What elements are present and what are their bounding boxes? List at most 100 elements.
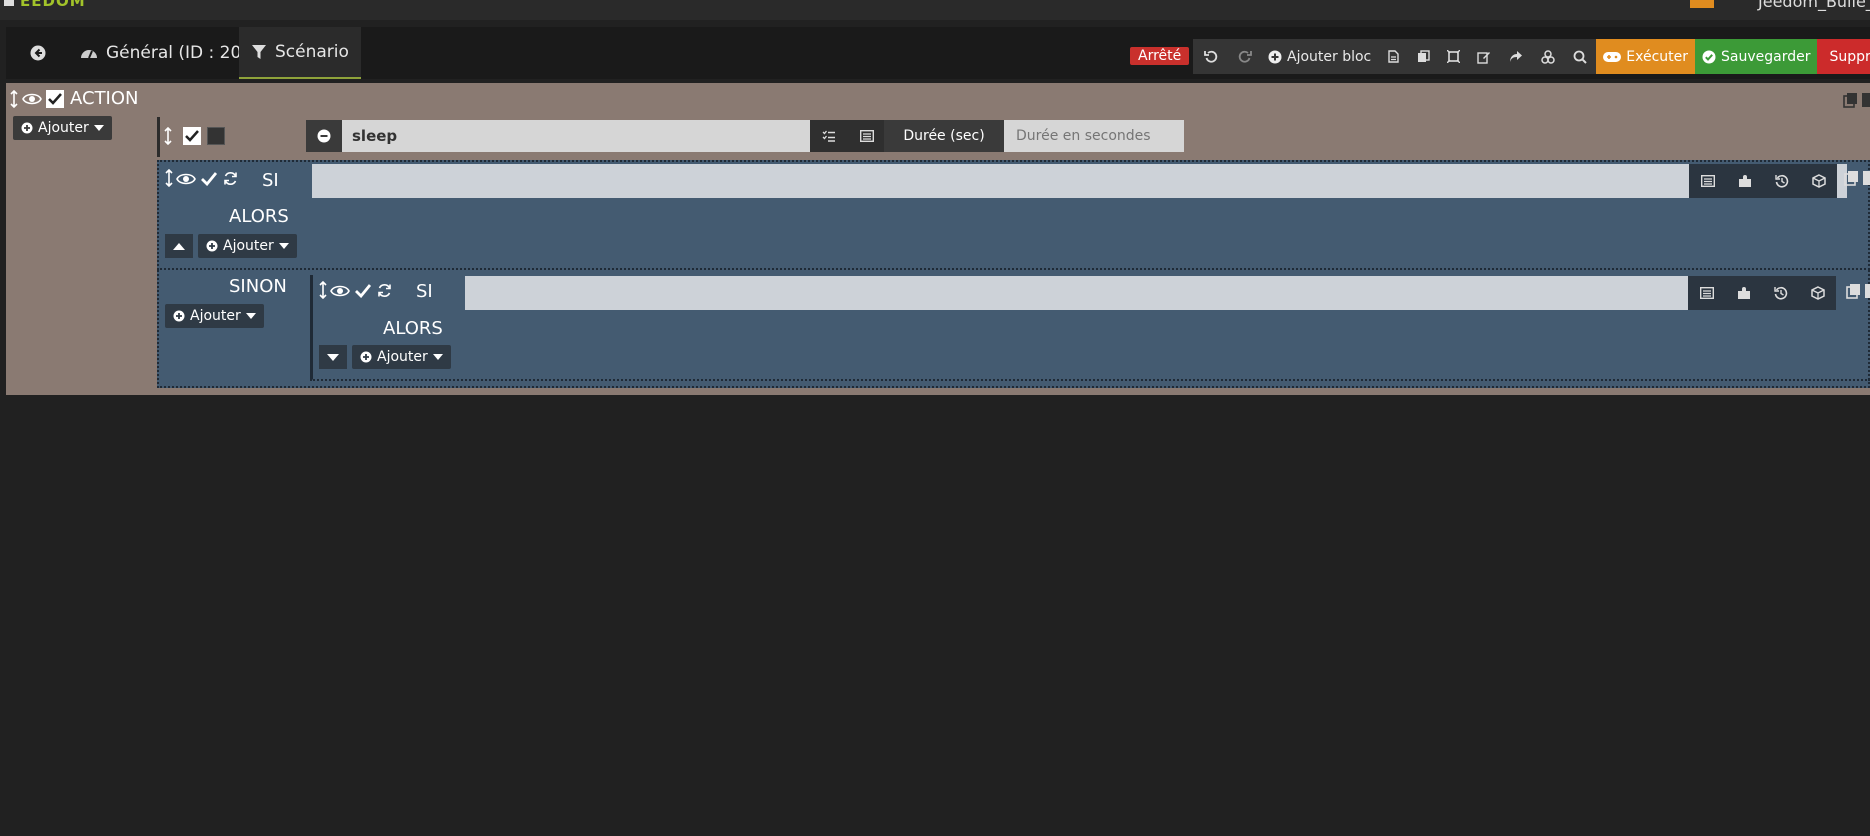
eye-icon[interactable] [22,92,42,106]
cubes-icon [1541,49,1556,64]
else-add-dropdown[interactable]: Ajouter [165,304,264,328]
arrow-circle-left-icon [30,45,46,61]
search-icon [1573,50,1587,64]
copy-icon [1417,50,1430,62]
history-button[interactable] [1762,276,1799,310]
move-handle-icon[interactable] [165,169,173,187]
tab-general-label: Général (ID : 20) [106,43,248,63]
copy-block-icon[interactable] [1843,92,1870,108]
copy-block-icon[interactable] [1844,170,1870,186]
check-icon [185,130,199,142]
nested-if-condition-icons [1688,276,1836,310]
if-condition-icons [1689,164,1837,198]
check-icon [48,92,62,105]
duration-label: Durée (sec) [884,120,1004,152]
execute-button[interactable]: Exécuter [1596,39,1696,74]
then-add-dropdown[interactable]: Ajouter [198,234,297,258]
eye-icon[interactable] [330,284,350,298]
action-add-label: Ajouter [38,120,89,136]
file-text-icon [1388,50,1399,63]
add-block-button[interactable]: Ajouter bloc [1261,39,1379,74]
user-name[interactable]: Jeedom_Bulle_ [1758,0,1870,11]
plus-circle-icon [21,122,33,134]
tasks-icon [822,130,835,142]
action-block-header: ACTION [10,88,139,109]
history-button[interactable] [1763,164,1800,198]
plus-circle-icon [206,240,218,252]
select-scenario-button[interactable] [1726,164,1763,198]
then-keyword: ALORS [229,206,289,227]
minus-circle-icon [317,129,331,143]
execute-label: Exécuter [1626,48,1689,65]
add-block-label: Ajouter bloc [1287,48,1372,65]
puzzle-icon [1737,287,1750,299]
delete-label: Suppri [1829,48,1870,65]
collapse-button[interactable] [165,234,193,258]
duration-input[interactable] [1004,120,1184,152]
action-enable-checkbox[interactable] [46,89,64,108]
sleep-command-field[interactable]: sleep [306,120,810,152]
save-button[interactable]: Sauvegarder [1695,39,1818,74]
eye-icon[interactable] [176,172,196,186]
list-alt-icon [860,130,874,142]
logo-text: EEDOM [20,0,86,10]
puzzle-icon [1738,175,1751,187]
sleep-command-text: sleep [352,127,398,145]
list-alt-icon [1700,175,1715,187]
sleep-action-icons [810,120,886,152]
caret-down-icon [327,353,339,361]
history-icon [1774,174,1788,188]
tab-scenario[interactable]: Scénario [239,27,361,79]
select-command-button[interactable] [1689,164,1726,198]
move-handle-icon[interactable] [10,89,18,108]
move-handle-icon[interactable] [164,127,172,145]
remove-action-button[interactable] [306,120,342,152]
search-button[interactable] [1564,39,1597,74]
select-equipment-button[interactable] [1800,164,1837,198]
cube-icon [1810,286,1825,300]
select-command-button[interactable] [848,120,886,152]
select-equipment-button[interactable] [1799,276,1836,310]
share-button[interactable] [1500,39,1533,74]
log-button[interactable] [1378,39,1409,74]
nested-then-add-label: Ajouter [377,349,428,365]
refresh-icon[interactable] [377,283,392,298]
gamepad-icon [1603,51,1622,62]
filter-icon [252,45,266,59]
plus-circle-icon [173,310,185,322]
top-navbar [0,0,1870,20]
jeedom-logo[interactable]: EEDOM [4,0,86,10]
action-block-title: ACTION [70,88,139,109]
nested-if-condition-input[interactable] [465,276,1688,310]
select-action-button[interactable] [810,120,848,152]
delete-button[interactable]: Suppri [1817,39,1870,74]
notification-badge[interactable] [1690,0,1714,8]
caret-down-icon [93,125,104,131]
action-add-dropdown[interactable]: Ajouter [13,116,112,140]
redo-button[interactable] [1228,39,1261,74]
check-icon[interactable] [355,284,371,298]
sleep-enable-checkbox[interactable] [183,127,201,145]
expand-button[interactable] [319,345,347,369]
select-scenario-button[interactable] [1725,276,1762,310]
if-condition-input[interactable] [312,164,1847,198]
dependencies-button[interactable] [1532,39,1565,74]
tab-scenario-label: Scénario [275,42,349,62]
nested-then-add-dropdown[interactable]: Ajouter [352,345,451,369]
check-icon[interactable] [201,172,217,186]
back-button[interactable] [12,27,64,79]
undo-button[interactable] [1193,39,1228,74]
tab-general[interactable]: Général (ID : 20) [68,27,260,79]
refresh-icon[interactable] [223,171,238,186]
template-button[interactable] [1438,39,1469,74]
sleep-parallel-checkbox[interactable] [207,127,225,145]
plus-circle-icon [360,351,372,363]
duplicate-button[interactable] [1408,39,1439,74]
move-handle-icon[interactable] [319,281,327,299]
nested-then-keyword: ALORS [383,318,443,339]
save-label: Sauvegarder [1721,48,1811,65]
copy-block-icon[interactable] [1846,283,1870,299]
caret-down-icon [278,243,289,249]
edit-button[interactable] [1468,39,1501,74]
select-command-button[interactable] [1688,276,1725,310]
